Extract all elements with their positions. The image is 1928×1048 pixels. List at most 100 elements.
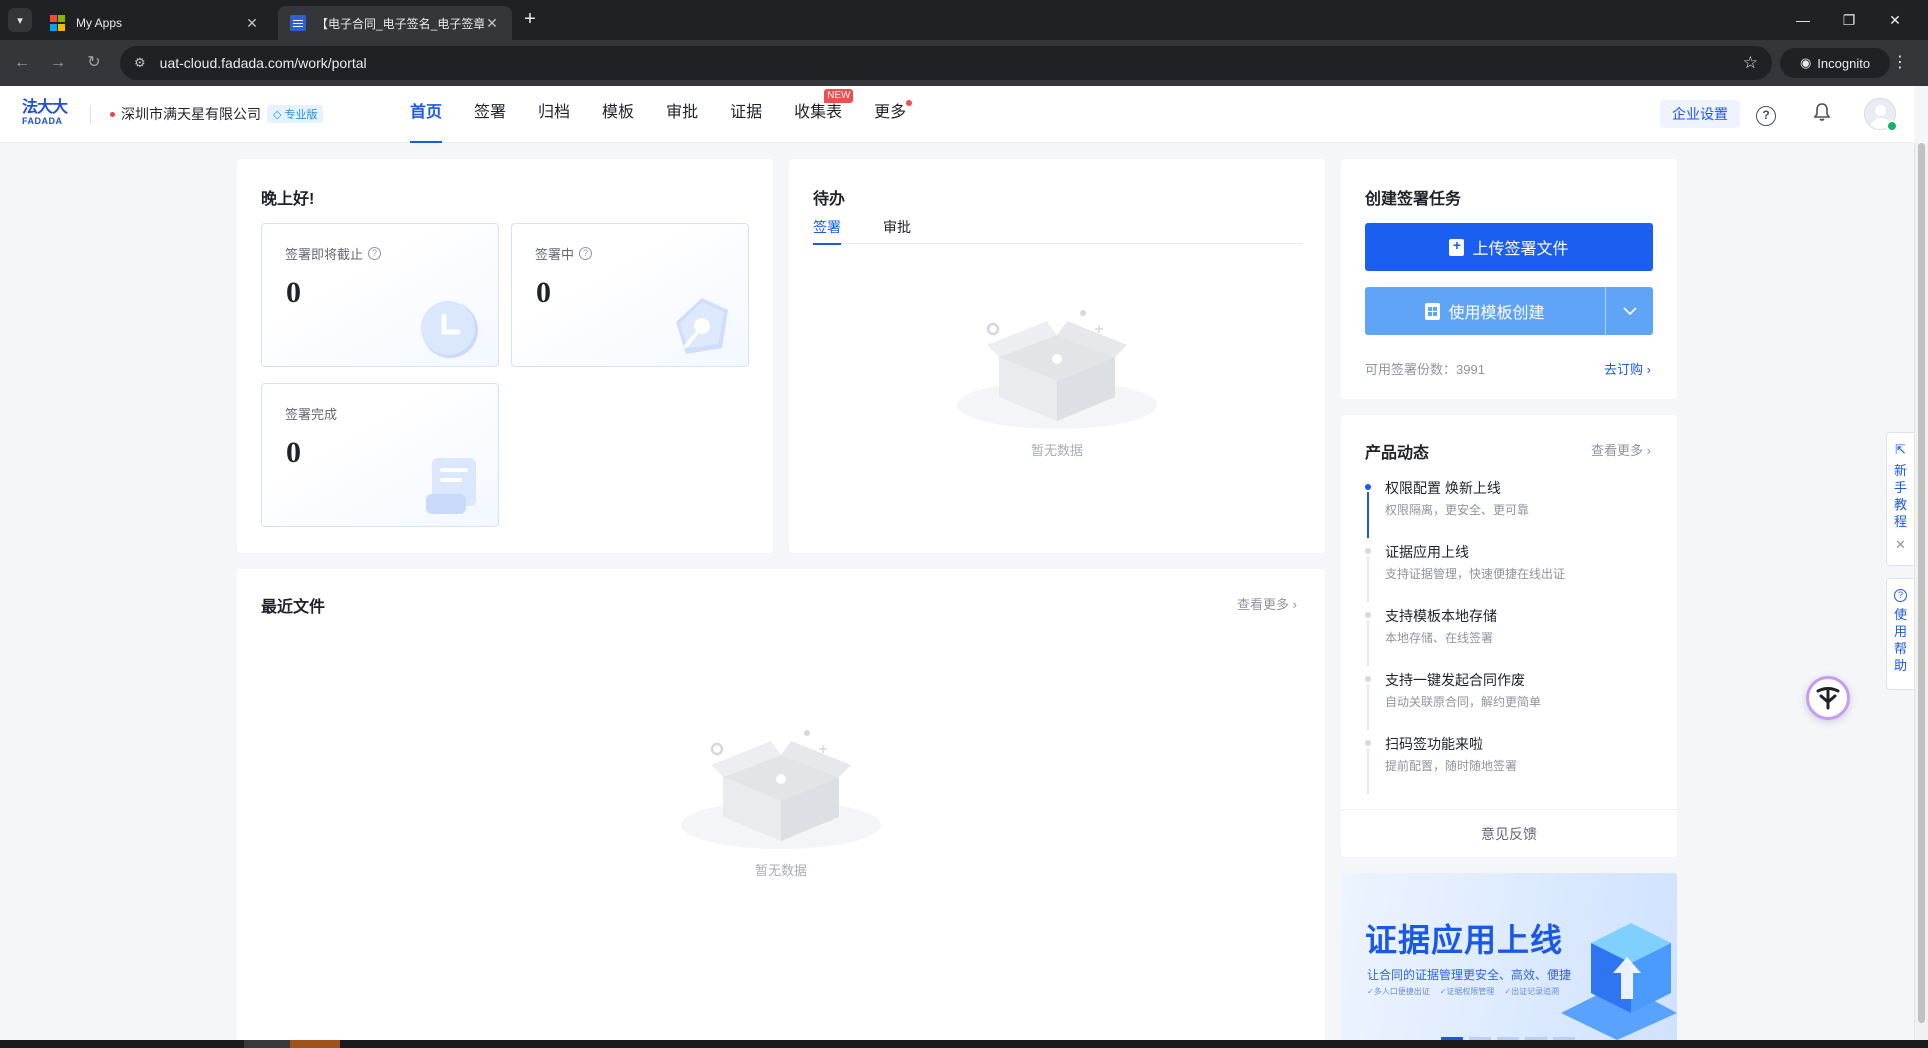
question-circle-icon: ? (1887, 585, 1914, 602)
nav-sign[interactable]: 签署 (474, 86, 506, 143)
view-more-label: 查看更多 (1591, 443, 1644, 458)
cube-illustration (1561, 923, 1677, 1040)
nav-label: 更多 (874, 104, 907, 121)
news-item[interactable]: 支持模板本地存储 本地存储、在线签署 (1365, 607, 1655, 671)
microsoft-logo-icon (50, 15, 66, 31)
tab-close-icon[interactable]: ✕ (244, 15, 260, 32)
nav-label: 签署 (474, 104, 507, 121)
chevron-down-icon (1622, 307, 1637, 315)
back-icon[interactable]: ← (10, 51, 34, 75)
nav-label: 审批 (666, 104, 699, 121)
news-item[interactable]: 权限配置 焕新上线 权限隔离，更安全、更可靠 (1365, 479, 1655, 543)
company-switcher[interactable]: 深圳市满天星有限公司 ◇ 专业版 (110, 104, 324, 124)
bookmark-star-icon[interactable]: ☆ (1743, 53, 1758, 73)
new-tab-icon[interactable]: + (518, 8, 542, 32)
recent-empty-state: 暂无数据 (681, 729, 881, 879)
timeline-dot (1365, 612, 1371, 618)
news-view-more-link[interactable]: 查看更多 › (1591, 440, 1651, 459)
minimize-icon[interactable]: — (1780, 0, 1826, 40)
chevron-right-icon: › (1646, 443, 1651, 458)
news-item-desc: 提前配置，随时随地签署 (1385, 759, 1518, 773)
incognito-label: Incognito (1817, 55, 1871, 71)
help-icon[interactable]: ? (1754, 102, 1778, 126)
browser-menu-icon[interactable]: ⋮ (1888, 51, 1912, 75)
recent-view-more-link[interactable]: 查看更多 › (1237, 594, 1297, 613)
nav-collection-form[interactable]: 收集表 NEW (794, 86, 854, 143)
address-bar[interactable]: ⚙ uat-cloud.fadada.com/work/portal ☆ (120, 46, 1772, 80)
pen-icon (676, 298, 728, 354)
banner-features: 多人口便捷出证 证据权限管理 出证记录追溯 (1367, 986, 1559, 997)
news-item[interactable]: 支持一键发起合同作废 自动关联原合同，解约更简单 (1365, 671, 1655, 735)
logo-en: FADADA (22, 116, 63, 126)
stat-card-completed[interactable]: 签署完成 0 (261, 383, 499, 527)
app-header: 法大大 FADADA 深圳市满天星有限公司 ◇ 专业版 首页 签署 归档 模板 … (0, 86, 1914, 143)
close-icon[interactable]: ✕ (1887, 536, 1914, 553)
evidence-promo-banner[interactable]: 证据应用上线 让合同的证据管理更安全、高效、便捷 多人口便捷出证 证据权限管理 … (1341, 873, 1677, 1040)
todo-card: 待办 签署 审批 暂无数据 (789, 159, 1325, 553)
nav-archive[interactable]: 归档 (538, 86, 570, 143)
help-side-tab[interactable]: ? 使用帮助 (1886, 578, 1914, 690)
nav-label: 模板 (602, 104, 635, 121)
document-favicon-icon (290, 15, 306, 31)
chevron-right-icon: › (1292, 597, 1297, 612)
logo-cn: 法大大 (22, 97, 68, 116)
browser-tab-fadada[interactable]: 【电子合同_电子签名_电子签章】 ✕ (278, 6, 512, 40)
stat-card-signing[interactable]: 签署中? 0 (511, 223, 749, 367)
news-item-title: 支持一键发起合同作废 (1385, 672, 1525, 688)
edition-label: 专业版 (284, 109, 318, 121)
subscribe-link[interactable]: 去订购 › (1604, 359, 1651, 378)
chevron-right-icon: › (1646, 362, 1651, 377)
timeline-line (1367, 492, 1369, 538)
tab-close-icon[interactable]: ✕ (484, 15, 500, 32)
nav-label: 证据 (730, 104, 763, 121)
nav-evidence[interactable]: 证据 (730, 86, 762, 143)
company-name: 深圳市满天星有限公司 (121, 106, 261, 122)
reload-icon[interactable]: ↻ (82, 51, 106, 75)
upload-file-button[interactable]: 上传签署文件 (1365, 223, 1653, 271)
fadada-logo[interactable]: 法大大 FADADA (22, 98, 74, 130)
forward-icon[interactable]: → (46, 51, 70, 75)
stat-value: 0 (536, 276, 551, 309)
tab-approval[interactable]: 审批 (883, 217, 911, 244)
tutorial-side-tab[interactable]: ⇱ 新手教程 ✕ (1886, 432, 1914, 566)
add-document-icon (1449, 237, 1465, 256)
window-close-icon[interactable]: ✕ (1872, 0, 1918, 40)
question-icon[interactable]: ? (368, 247, 382, 260)
restore-icon[interactable]: ❐ (1826, 0, 1872, 40)
header-divider (90, 106, 91, 124)
news-item[interactable]: 证据应用上线 支持证据管理，快速便捷在线出证 (1365, 543, 1655, 607)
nav-more[interactable]: 更多 (874, 86, 913, 143)
news-item[interactable]: 扫码签功能来啦 提前配置，随时随地签署 (1365, 735, 1655, 799)
site-info-icon[interactable]: ⚙ (134, 55, 146, 71)
quota-text: 可用签署份数：3991 (1365, 359, 1485, 378)
enterprise-settings-button[interactable]: 企业设置 (1660, 100, 1740, 128)
main-nav: 首页 签署 归档 模板 审批 证据 收集表 NEW 更多 (410, 86, 938, 143)
nav-home[interactable]: 首页 (410, 86, 443, 143)
stat-card-deadline[interactable]: 签署即将截止? 0 (261, 223, 499, 367)
nav-label: 收集表 (794, 104, 843, 121)
banner-feature: 证据权限管理 (1440, 986, 1494, 997)
nav-approval[interactable]: 审批 (666, 86, 698, 143)
timeline-dot (1365, 548, 1371, 554)
browser-tab-my-apps[interactable]: My Apps ✕ (38, 6, 272, 40)
tab-search-button[interactable]: ▾ (8, 8, 32, 32)
tab-title: My Apps (76, 16, 123, 30)
template-dropdown-toggle[interactable] (1606, 287, 1653, 335)
template-create-button[interactable]: 使用模板创建 (1365, 287, 1605, 335)
question-icon[interactable]: ? (579, 247, 593, 260)
scrollbar-thumb[interactable] (1918, 143, 1925, 1023)
assistant-fab[interactable] (1806, 676, 1850, 720)
tab-sign[interactable]: 签署 (813, 217, 841, 245)
timeline-line (1367, 684, 1369, 730)
empty-box-icon (681, 730, 881, 849)
view-more-label: 查看更多 (1237, 597, 1290, 612)
nav-template[interactable]: 模板 (602, 86, 634, 143)
bell-icon[interactable] (1810, 102, 1834, 126)
feedback-link[interactable]: 意见反馈 (1341, 809, 1677, 857)
verified-check-icon (1886, 120, 1898, 132)
page-scrollbar[interactable] (1914, 143, 1928, 1040)
new-badge: NEW (824, 89, 854, 103)
incognito-indicator[interactable]: ◉ Incognito (1780, 48, 1890, 78)
news-item-desc: 权限隔离，更安全、更可靠 (1385, 503, 1530, 517)
news-item-desc: 本地存储、在线签署 (1385, 631, 1494, 645)
